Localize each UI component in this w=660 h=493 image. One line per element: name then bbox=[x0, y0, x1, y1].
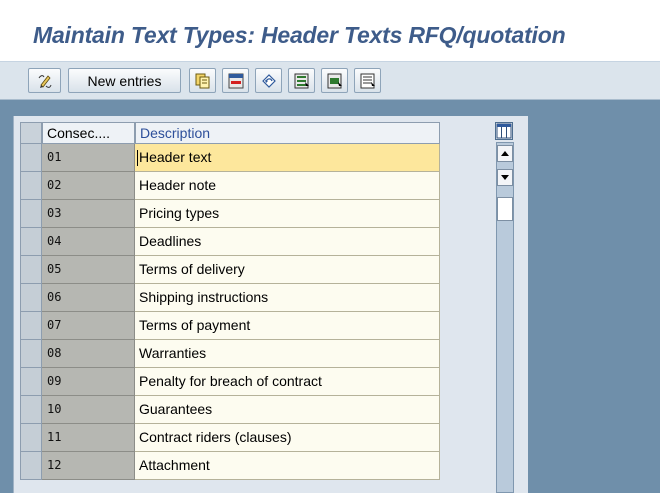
row-selector[interactable] bbox=[20, 312, 42, 340]
content-panel: Consec.... Description 01 Header text 02… bbox=[0, 100, 660, 493]
deselect-all-icon bbox=[360, 73, 375, 88]
row-selector[interactable] bbox=[20, 424, 42, 452]
column-header-description[interactable]: Description bbox=[135, 122, 440, 144]
scroll-thumb[interactable] bbox=[497, 197, 513, 221]
select-block-icon bbox=[327, 73, 342, 88]
undo-change-icon bbox=[261, 73, 276, 88]
text-type-number: 02 bbox=[42, 172, 135, 200]
table-row[interactable]: 08 Warranties bbox=[20, 340, 440, 368]
table-row[interactable]: 10 Guarantees bbox=[20, 396, 440, 424]
new-entries-button[interactable]: New entries bbox=[68, 68, 181, 93]
table-settings-button[interactable] bbox=[495, 122, 513, 140]
text-cursor bbox=[137, 150, 138, 166]
text-type-number: 11 bbox=[42, 424, 135, 452]
select-all-rows-cell[interactable] bbox=[20, 122, 42, 144]
text-type-number: 03 bbox=[42, 200, 135, 228]
table-row[interactable]: 01 Header text bbox=[20, 144, 440, 172]
text-type-number: 12 bbox=[42, 452, 135, 480]
copy-as-button[interactable] bbox=[189, 68, 216, 93]
table-row[interactable]: 02 Header note bbox=[20, 172, 440, 200]
description-input[interactable]: Pricing types bbox=[135, 200, 440, 228]
table-row[interactable]: 12 Attachment bbox=[20, 452, 440, 480]
select-all-button[interactable] bbox=[288, 68, 315, 93]
row-selector[interactable] bbox=[20, 368, 42, 396]
row-selector[interactable] bbox=[20, 340, 42, 368]
description-input[interactable]: Deadlines bbox=[135, 228, 440, 256]
text-type-number: 09 bbox=[42, 368, 135, 396]
vertical-scrollbar[interactable] bbox=[496, 142, 514, 493]
row-selector[interactable] bbox=[20, 452, 42, 480]
row-selector[interactable] bbox=[20, 144, 42, 172]
table-control: Consec.... Description 01 Header text 02… bbox=[13, 116, 528, 493]
row-selector[interactable] bbox=[20, 228, 42, 256]
copy-icon bbox=[195, 73, 209, 88]
delete-icon bbox=[228, 73, 243, 88]
description-input[interactable]: Warranties bbox=[135, 340, 440, 368]
description-input[interactable]: Guarantees bbox=[135, 396, 440, 424]
text-type-number: 06 bbox=[42, 284, 135, 312]
table-settings-icon bbox=[496, 123, 512, 139]
table-row[interactable]: 04 Deadlines bbox=[20, 228, 440, 256]
arrow-up-icon bbox=[501, 151, 509, 156]
arrow-down-icon bbox=[501, 175, 509, 180]
title-bar: Maintain Text Types: Header Texts RFQ/qu… bbox=[0, 0, 660, 62]
scroll-up-button[interactable] bbox=[497, 145, 513, 162]
table-row[interactable]: 07 Terms of payment bbox=[20, 312, 440, 340]
text-type-number: 10 bbox=[42, 396, 135, 424]
deselect-all-button[interactable] bbox=[354, 68, 381, 93]
undo-change-button[interactable] bbox=[255, 68, 282, 93]
delete-button[interactable] bbox=[222, 68, 249, 93]
application-toolbar: New entries bbox=[0, 62, 660, 100]
row-selector[interactable] bbox=[20, 200, 42, 228]
description-input[interactable]: Header note bbox=[135, 172, 440, 200]
description-input[interactable]: Terms of delivery bbox=[135, 256, 440, 284]
new-entries-label: New entries bbox=[87, 72, 162, 89]
description-input[interactable]: Terms of payment bbox=[135, 312, 440, 340]
text-type-number: 08 bbox=[42, 340, 135, 368]
table-row[interactable]: 06 Shipping instructions bbox=[20, 284, 440, 312]
text-type-number: 01 bbox=[42, 144, 135, 172]
table-row[interactable]: 05 Terms of delivery bbox=[20, 256, 440, 284]
table-row[interactable]: 11 Contract riders (clauses) bbox=[20, 424, 440, 452]
select-all-icon bbox=[294, 73, 309, 88]
column-header-consecutive-number[interactable]: Consec.... bbox=[42, 122, 135, 144]
description-input[interactable]: Attachment bbox=[135, 452, 440, 480]
page-title: Maintain Text Types: Header Texts RFQ/qu… bbox=[33, 22, 566, 48]
text-type-number: 07 bbox=[42, 312, 135, 340]
description-input[interactable]: Header text bbox=[135, 144, 440, 172]
scroll-down-button[interactable] bbox=[497, 169, 513, 186]
text-type-number: 04 bbox=[42, 228, 135, 256]
display-change-button[interactable] bbox=[28, 68, 61, 93]
row-selector[interactable] bbox=[20, 172, 42, 200]
table-row[interactable]: 03 Pricing types bbox=[20, 200, 440, 228]
description-input[interactable]: Penalty for breach of contract bbox=[135, 368, 440, 396]
table-row[interactable]: 09 Penalty for breach of contract bbox=[20, 368, 440, 396]
row-selector[interactable] bbox=[20, 284, 42, 312]
description-input[interactable]: Contract riders (clauses) bbox=[135, 424, 440, 452]
select-block-button[interactable] bbox=[321, 68, 348, 93]
description-input[interactable]: Shipping instructions bbox=[135, 284, 440, 312]
row-selector[interactable] bbox=[20, 256, 42, 284]
row-selector[interactable] bbox=[20, 396, 42, 424]
text-type-number: 05 bbox=[42, 256, 135, 284]
description-value: Header text bbox=[139, 149, 212, 165]
pencil-display-change-icon bbox=[38, 74, 51, 88]
